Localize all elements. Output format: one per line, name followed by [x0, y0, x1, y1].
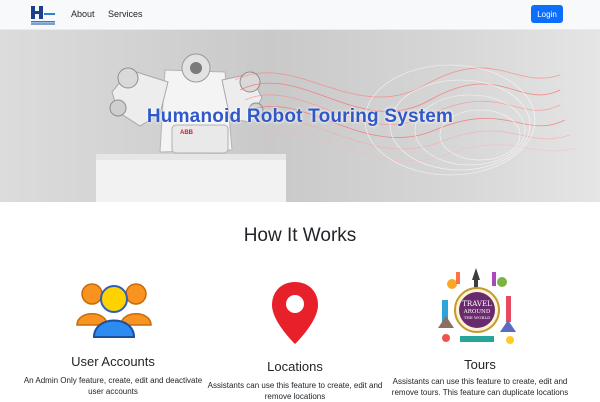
- svg-text:ABB: ABB: [180, 130, 194, 136]
- feature-title-locations: Locations: [267, 359, 323, 374]
- section-title: How It Works: [243, 225, 357, 246]
- feature-title-user-accounts: User Accounts: [71, 354, 155, 369]
- nav-link-about[interactable]: About: [71, 9, 95, 19]
- hero-title: Humanoid Robot Touring System: [146, 106, 454, 127]
- navbar: About Services Login: [0, 0, 600, 30]
- feature-title-tours: Tours: [464, 357, 496, 372]
- nav-link-services[interactable]: Services: [108, 9, 143, 19]
- travel-badge-lettering: TRAVEL AROUND THE WORLD: [462, 300, 492, 320]
- feature-description-locations: Assistants can use this feature to creat…: [207, 381, 383, 401]
- location-pin-icon: [272, 282, 318, 344]
- users-icon: [76, 283, 152, 338]
- travel-around-the-world-icon: TRAVEL AROUND THE WORLD: [438, 268, 516, 344]
- brand-logo[interactable]: [30, 4, 56, 26]
- svg-text:TRAVEL: TRAVEL: [462, 300, 492, 308]
- login-button[interactable]: Login: [531, 5, 563, 23]
- hero-banner: ABB Humanoid Robot Touring System: [0, 30, 600, 202]
- feature-description-tours: Assistants can use this feature to creat…: [391, 377, 569, 397]
- feature-description-user-accounts: An Admin Only feature, create, edit and …: [23, 376, 203, 396]
- svg-text:THE WORLD: THE WORLD: [464, 315, 491, 320]
